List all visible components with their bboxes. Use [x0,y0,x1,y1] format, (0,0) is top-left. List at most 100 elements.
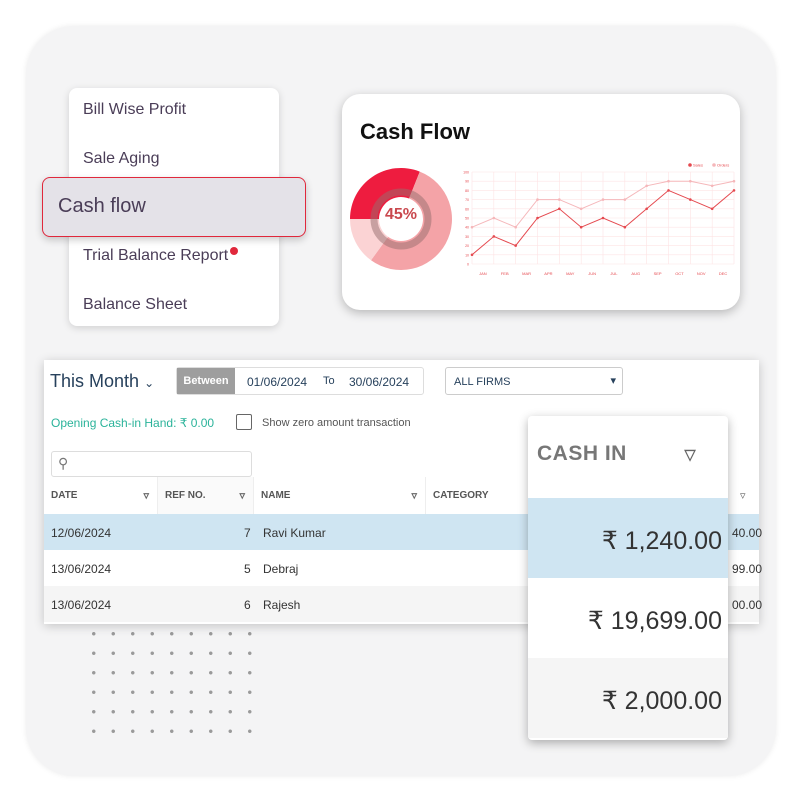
cell-date: 13/06/2024 [51,562,112,576]
cell-ref: 7 [244,526,251,540]
cash-in-value: ₹ 1,240.00 [528,498,728,578]
column-date[interactable]: DATE ▿ [44,477,158,514]
data-point [710,184,714,188]
cell-ref: 6 [244,598,251,612]
data-point [514,225,517,229]
data-point [536,198,539,201]
line-chart: JAN FEB MAR APR MAY JUN JUL AUG SEP OCT NOV DEC 0 10 2… [463,163,736,276]
x-tick-label: MAR [522,271,531,276]
column-label: DATE [51,490,78,501]
filter-icon[interactable]: ▿ [740,489,746,502]
cash-flow-card: Cash Flow 45% JAN FEB MAR APR MAY JUN JUL AUG SE… [342,94,740,310]
chevron-down-icon: ▾ [610,375,616,387]
filter-icon[interactable]: ▿ [684,440,696,469]
y-tick-label: 10 [465,253,469,257]
opening-cash: Opening Cash-in Hand: ₹ 0.00 [51,416,215,430]
legend-marker [712,163,716,167]
legend-label: Orders [717,163,729,168]
menu-item-cash-flow[interactable]: Cash flow [42,177,306,237]
cell-amount: 40.00 [732,526,763,540]
legend-label: Sales [693,163,703,168]
firm-value: ALL FIRMS [454,376,511,388]
column-name[interactable]: NAME ▿ [254,477,426,514]
y-tick-label: 100 [463,171,469,175]
x-tick-label: JUN [588,271,596,276]
x-tick-label: JUL [610,271,618,276]
y-tick-label: 50 [465,217,469,221]
data-point [667,189,670,192]
filter-icon[interactable]: ▿ [239,489,245,502]
y-tick-label: 90 [465,180,469,184]
x-tick-label: JAN [479,271,487,276]
period-dropdown[interactable]: This Month ⌄ [50,371,154,392]
data-point [579,225,583,229]
cash-in-value: ₹ 19,699.00 [587,607,722,635]
menu-item-sale-aging[interactable]: Sale Aging [83,150,160,168]
column-ref[interactable]: REF NO. ▿ [158,477,254,514]
search-input[interactable]: ⚲ [51,451,252,477]
cell-date: 12/06/2024 [51,526,112,540]
menu-item-balance-sheet[interactable]: Balance Sheet [83,296,187,314]
between-label: Between [177,368,235,394]
cell-ref: 5 [244,562,251,576]
x-tick-label: AUG [631,271,640,276]
column-label: REF NO. [165,490,206,501]
column-label: CATEGORY [433,490,489,501]
card-title: Cash Flow [360,119,471,144]
cash-in-title: CASH IN [537,442,627,465]
data-point [601,198,605,201]
data-point [710,207,714,211]
y-tick-label: 40 [465,226,469,230]
show-zero-checkbox[interactable] [236,414,252,430]
cell-amount: 99.00 [732,562,763,576]
menu-item-trial-balance[interactable]: Trial Balance Report [83,247,239,265]
legend-marker [688,163,692,167]
x-tick-label: SEP [654,271,662,276]
cell-name: Ravi Kumar [263,526,326,540]
y-tick-label: 0 [467,263,469,267]
data-point [645,207,648,211]
data-point [470,225,474,229]
y-tick-label: 60 [465,207,469,211]
from-date-input[interactable]: 01/06/2024 [247,375,307,389]
data-point [689,179,692,183]
x-tick-label: MAY [566,271,575,276]
cell-amount: 00.00 [732,598,763,612]
filter-icon[interactable]: ▿ [143,489,149,502]
filter-icon[interactable]: ▿ [411,489,417,502]
data-point [623,225,627,229]
y-tick-label: 80 [465,189,469,193]
data-point [689,198,692,201]
cell-date: 13/06/2024 [51,598,112,612]
cash-in-value: ₹ 2,000.00 [528,658,728,738]
to-date-input[interactable]: 30/06/2024 [349,375,409,389]
x-tick-label: FEB [501,271,509,276]
menu-item-label: Trial Balance Report [83,247,229,264]
data-point [579,207,583,211]
data-point [623,198,627,201]
x-tick-label: DEC [719,271,728,276]
data-point [645,184,648,188]
column-label: NAME [261,490,291,501]
data-point [732,189,736,192]
y-tick-label: 70 [465,198,469,202]
chevron-down-icon: ⌄ [144,376,155,390]
show-zero-label: Show zero amount transaction [262,417,411,429]
donut-label: 45% [384,206,418,223]
to-label: To [323,375,335,387]
data-point [514,244,517,247]
data-point [601,216,605,220]
search-icon: ⚲ [58,455,69,471]
data-point [470,253,474,257]
data-point [558,207,561,211]
period-label: This Month [50,371,140,391]
cash-in-column: CASH IN ▿ ₹ 1,240.00 ₹ 19,699.00 ₹ 2,000… [528,416,728,740]
cell-name: Debraj [263,562,299,576]
notification-dot [230,247,239,255]
firm-select[interactable]: ALL FIRMS ▾ [445,367,623,395]
data-point [558,198,561,201]
y-tick-label: 30 [465,235,469,239]
menu-item-bill-wise-profit[interactable]: Bill Wise Profit [83,101,186,119]
y-tick-label: 20 [465,244,469,248]
x-tick-label: NOV [697,271,706,276]
